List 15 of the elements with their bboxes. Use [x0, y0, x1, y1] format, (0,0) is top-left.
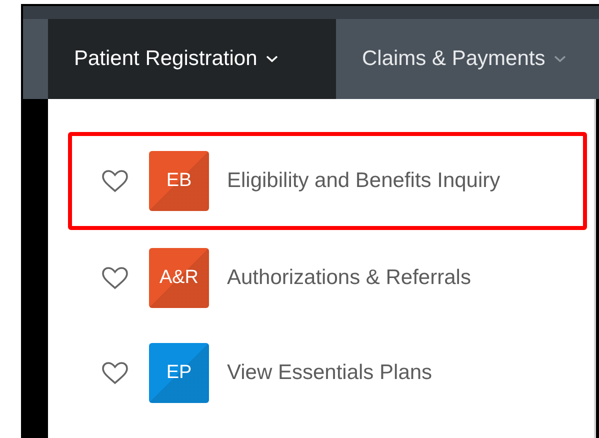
menu-item[interactable]: EP View Essentials Plans	[68, 325, 587, 420]
menu-item[interactable]: EB Eligibility and Benefits Inquiry	[68, 132, 587, 230]
menu-label: View Essentials Plans	[227, 360, 432, 384]
nav-tab[interactable]: Patient Registration	[48, 19, 336, 99]
heart-icon[interactable]	[101, 266, 129, 290]
app-badge: A&R	[149, 248, 209, 308]
chevron-down-icon	[554, 55, 566, 63]
menu-label: Eligibility and Benefits Inquiry	[227, 169, 500, 193]
chevron-down-icon	[266, 55, 278, 63]
heart-icon[interactable]	[101, 169, 129, 193]
menu-label: Authorizations & Referrals	[227, 266, 471, 290]
heart-icon[interactable]	[101, 360, 129, 384]
menu-item[interactable]: A&R Authorizations & Referrals	[68, 230, 587, 325]
app-badge: EB	[149, 151, 209, 211]
app-badge: EP	[149, 342, 209, 402]
